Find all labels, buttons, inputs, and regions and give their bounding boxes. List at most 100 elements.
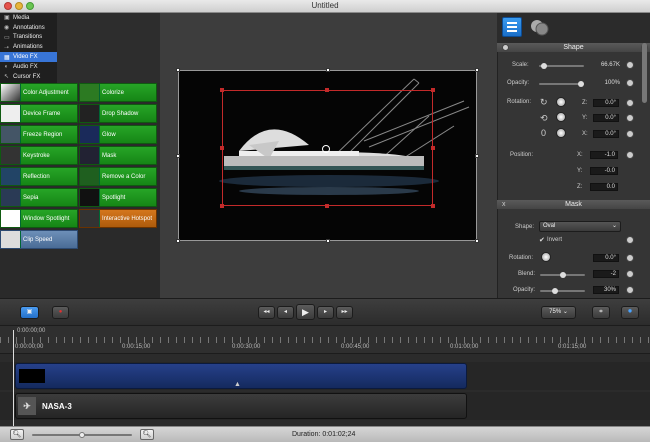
category-animations[interactable]: ➝ Animations: [0, 42, 57, 52]
scale-slider[interactable]: [539, 63, 584, 69]
zoom-out-button[interactable]: 🔍︎: [10, 429, 24, 440]
effect-remove-a-color[interactable]: Remove a Color: [79, 167, 157, 186]
zoom-in-button[interactable]: 🔍︎: [140, 429, 154, 440]
video-clip-effects[interactable]: ▲: [15, 363, 467, 389]
blend-knob[interactable]: [559, 272, 566, 278]
mask-shape-select[interactable]: Oval ⌄: [539, 221, 621, 232]
effect-reflection[interactable]: Reflection: [0, 167, 78, 186]
effect-color-adjustment[interactable]: Color Adjustment: [0, 83, 78, 102]
anchor-point[interactable]: [322, 145, 330, 153]
invert-checkbox[interactable]: ✔: [539, 236, 545, 244]
rotation-x-reset-button[interactable]: [626, 130, 634, 138]
rotation-x-dial[interactable]: [556, 128, 566, 138]
category-audio-fx[interactable]: ◖ Audio FX: [0, 62, 57, 72]
category-annotations[interactable]: ◉ Annotations: [0, 23, 57, 33]
timeline-ruler[interactable]: 0:00:00;00 0:00:00;00 0:00:15;00 0:00:30…: [0, 326, 650, 354]
mask-handle[interactable]: [431, 88, 435, 92]
effect-sepia[interactable]: Sepia: [0, 188, 78, 207]
mask-handle[interactable]: [325, 88, 329, 92]
invert-reset-button[interactable]: [626, 236, 634, 244]
position-y-field[interactable]: -0.0: [590, 167, 618, 175]
effect-mask[interactable]: Mask: [79, 146, 157, 165]
rotation-z-dial[interactable]: [556, 97, 566, 107]
resize-handle[interactable]: [176, 154, 180, 158]
opacity-slider[interactable]: [539, 81, 584, 87]
mask-handle[interactable]: [220, 88, 224, 92]
mask-handle[interactable]: [325, 204, 329, 208]
mask-opacity-reset-button[interactable]: [626, 286, 634, 294]
timeline-zoom-knob[interactable]: [79, 432, 85, 438]
effect-window-spotlight[interactable]: Window Spotlight: [0, 209, 78, 228]
resize-handle[interactable]: [326, 239, 330, 243]
zoom-select[interactable]: 75% ⌄: [541, 306, 576, 319]
rotation-z-field[interactable]: 0.0°: [593, 99, 619, 107]
record-camera-button[interactable]: ●: [52, 306, 69, 319]
rotation-y-reset-button[interactable]: [626, 114, 634, 122]
opacity-knob[interactable]: [578, 81, 584, 87]
rotation-x-field[interactable]: 0.0°: [593, 130, 619, 138]
tab-properties[interactable]: [502, 17, 522, 37]
remove-mask-button[interactable]: x: [502, 201, 506, 208]
resize-handle[interactable]: [475, 154, 479, 158]
mask-opacity-knob[interactable]: [551, 288, 558, 294]
playhead[interactable]: [13, 330, 14, 426]
mask-handle[interactable]: [220, 146, 224, 150]
mask-rotation-dial[interactable]: [541, 252, 551, 262]
effect-clip-speed[interactable]: Clip Speed: [0, 230, 78, 249]
effect-colorize[interactable]: Colorize: [79, 83, 157, 102]
expand-effects-icon[interactable]: ▲: [234, 381, 241, 388]
blend-slider[interactable]: [540, 272, 585, 278]
effect-glow[interactable]: Glow: [79, 125, 157, 144]
previous-marker-button[interactable]: ◂◂: [258, 306, 275, 319]
resize-handle[interactable]: [475, 68, 479, 72]
opacity-reset-button[interactable]: [626, 79, 634, 87]
play-button[interactable]: ▶: [296, 304, 315, 320]
mask-rotation-field[interactable]: 0.0°: [593, 254, 619, 262]
resize-handle[interactable]: [176, 239, 180, 243]
mask-section-header[interactable]: Mask: [497, 200, 650, 209]
rotation-z-reset-button[interactable]: [626, 99, 634, 107]
effect-keystroke[interactable]: Keystroke: [0, 146, 78, 165]
scale-reset-button[interactable]: [626, 61, 634, 69]
resize-handle[interactable]: [475, 239, 479, 243]
blend-field[interactable]: -2: [593, 270, 619, 278]
effect-freeze-region[interactable]: Freeze Region: [0, 125, 78, 144]
category-video-fx[interactable]: ▦ Video FX: [0, 52, 57, 62]
rotation-y-dial[interactable]: [556, 112, 566, 122]
timeline-zoom-slider[interactable]: [32, 432, 132, 438]
effect-drop-shadow[interactable]: Drop Shadow: [79, 104, 157, 123]
position-z-field[interactable]: 0.0: [590, 183, 618, 191]
mask-handle[interactable]: [431, 146, 435, 150]
opacity-value[interactable]: 100%: [594, 80, 620, 86]
inspector-scrollbar[interactable]: [642, 43, 647, 103]
collapse-icon[interactable]: [502, 44, 509, 51]
shape-section-header[interactable]: Shape: [497, 43, 650, 52]
effect-interactive-hotspot[interactable]: Interactive Hotspot: [79, 209, 157, 228]
position-reset-button[interactable]: [626, 151, 634, 159]
record-screen-button[interactable]: ▣: [20, 306, 39, 319]
mask-opacity-field[interactable]: 30%: [593, 286, 619, 294]
settings-button[interactable]: ✹: [621, 306, 639, 319]
category-media[interactable]: ▣ Media: [0, 13, 57, 23]
rotation-y-field[interactable]: 0.0°: [593, 114, 619, 122]
mask-handle[interactable]: [431, 204, 435, 208]
position-x-field[interactable]: -1.0: [590, 151, 618, 159]
resize-handle[interactable]: [326, 68, 330, 72]
mask-rotation-reset-button[interactable]: [626, 254, 634, 262]
category-cursor-fx[interactable]: ↖ Cursor FX: [0, 72, 57, 82]
step-back-button[interactable]: ◂: [277, 306, 294, 319]
mask-handle[interactable]: [220, 204, 224, 208]
crop-button[interactable]: ⌗: [592, 306, 610, 319]
step-forward-button[interactable]: ▸: [317, 306, 334, 319]
media-clip[interactable]: ✈ NASA-3: [15, 393, 467, 419]
category-transitions[interactable]: ▭ Transitions: [0, 33, 57, 43]
blend-reset-button[interactable]: [626, 270, 634, 278]
effect-device-frame[interactable]: Device Frame: [0, 104, 78, 123]
effect-spotlight[interactable]: Spotlight: [79, 188, 157, 207]
scale-knob[interactable]: [540, 63, 547, 69]
tab-audio[interactable]: [529, 17, 549, 37]
next-marker-button[interactable]: ▸▸: [336, 306, 353, 319]
resize-handle[interactable]: [176, 68, 180, 72]
mask-opacity-slider[interactable]: [540, 288, 585, 294]
scale-value[interactable]: 66.67K: [594, 62, 620, 68]
